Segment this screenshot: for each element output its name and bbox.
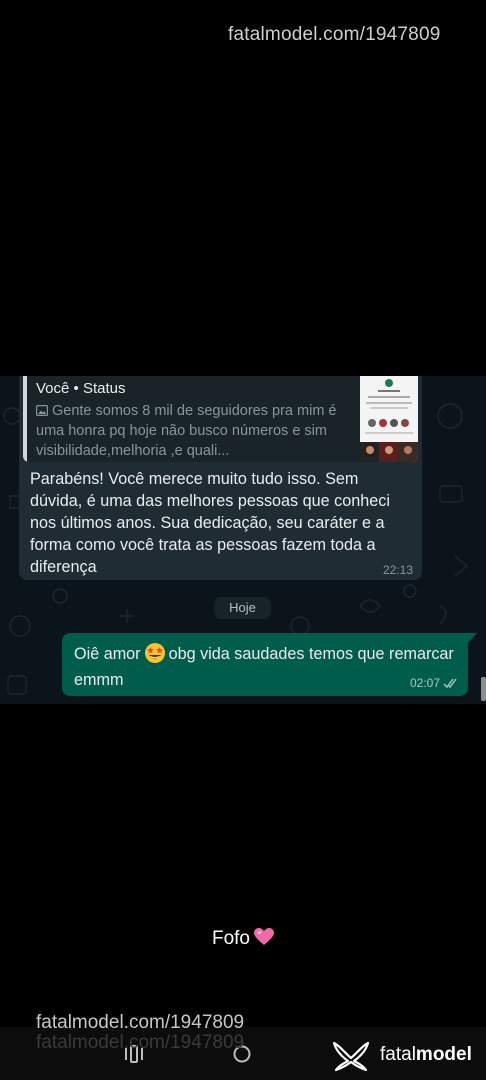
outgoing-message[interactable]: Oiê amor obg vida saudades temos que rem… <box>62 633 468 696</box>
outgoing-message-text-wrap: Oiê amor obg vida saudades temos que rem… <box>74 641 456 693</box>
brand-name-bold: model <box>415 1044 472 1065</box>
day-separator: Hoje <box>214 597 271 619</box>
fatalmodel-logo-icon <box>332 1041 370 1072</box>
double-check-icon <box>443 678 457 689</box>
quote-text-wrap: Gente somos 8 mil de seguidores pra mim … <box>36 401 354 461</box>
watermark-top: fatalmodel.com/1947809 <box>228 24 441 45</box>
outgoing-time-wrap: 02:07 <box>410 676 460 690</box>
quote-accent-bar <box>23 376 27 462</box>
outgoing-time: 02:07 <box>409 676 440 690</box>
outgoing-bubble-tail <box>468 633 477 643</box>
brand-name: fatalmodel <box>380 1044 472 1066</box>
incoming-message[interactable]: Você • Status Gente somos 8 mil de segui… <box>19 376 422 580</box>
caption-text: Fofo <box>211 928 251 949</box>
quote-author: Você • Status <box>36 380 126 397</box>
story-caption: Fofo <box>0 928 486 950</box>
watermark-bottom-shadow: fatalmodel.com/1947809 <box>36 1032 245 1053</box>
watermark-bottom: fatalmodel.com/1947809 <box>36 1012 245 1033</box>
quote-text: Gente somos 8 mil de seguidores pra mim … <box>36 403 337 459</box>
image-icon <box>36 405 48 416</box>
incoming-message-text: Parabéns! Você merece muito tudo isso. S… <box>30 470 390 576</box>
pink-heart-emoji <box>254 928 275 945</box>
outgoing-text-before: Oiê amor <box>74 645 141 663</box>
star-struck-emoji <box>144 643 165 663</box>
brand-name-regular: fatal <box>380 1044 416 1065</box>
status-thumbnail <box>360 376 418 462</box>
incoming-time: 22:13 <box>382 563 413 577</box>
scroll-handle[interactable] <box>481 677 486 701</box>
quoted-status[interactable]: Você • Status Gente somos 8 mil de segui… <box>23 376 418 462</box>
